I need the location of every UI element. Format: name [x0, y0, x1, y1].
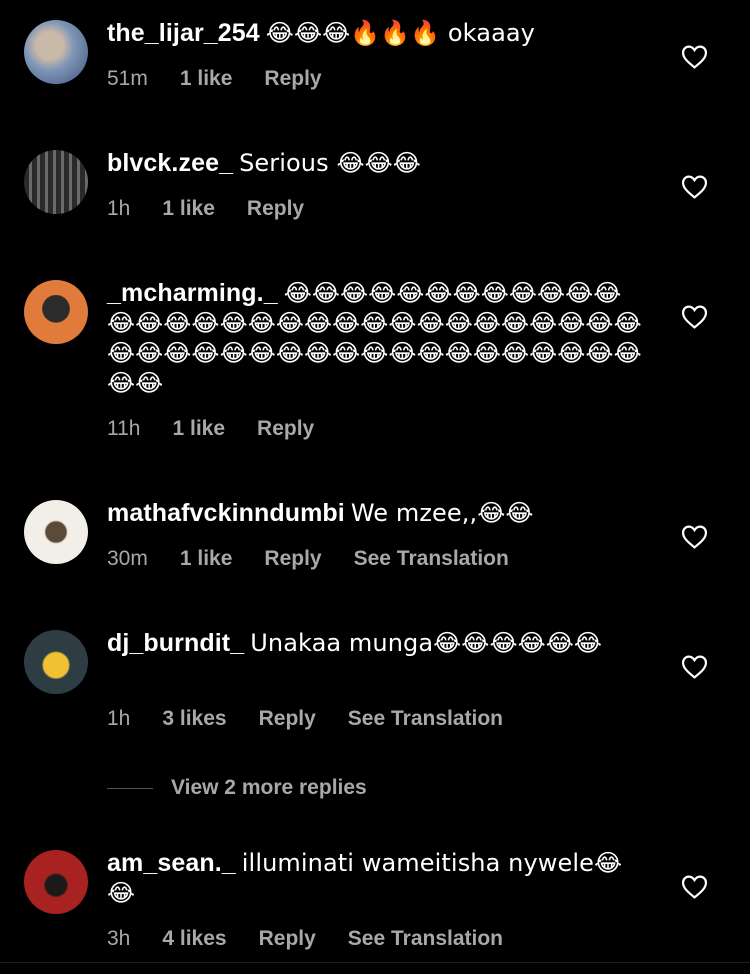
comment-meta: 11h 1 like Reply [107, 417, 314, 441]
comment-time: 51m [107, 67, 148, 90]
comment-likes[interactable]: 1 like [172, 417, 225, 441]
divider [0, 962, 750, 963]
comment-username[interactable]: am_sean._ [107, 849, 236, 877]
reply-button[interactable]: Reply [247, 197, 304, 221]
view-more-replies-label: View 2 more replies [171, 776, 367, 799]
comment-likes[interactable]: 1 like [180, 547, 233, 571]
avatar[interactable] [24, 630, 88, 694]
reply-button[interactable]: Reply [257, 417, 314, 441]
like-heart-icon[interactable] [681, 655, 708, 679]
comment-meta: 1h 1 like Reply [107, 197, 304, 221]
comment-username[interactable]: blvck.zee_ [107, 149, 233, 177]
comment-meta: 51m 1 like Reply [107, 67, 322, 91]
comment-time: 1h [107, 707, 131, 730]
comment-body: the_lijar_254 😂😂😂🔥🔥🔥 okaaay [107, 18, 667, 48]
avatar[interactable] [24, 150, 88, 214]
like-heart-icon[interactable] [681, 525, 708, 549]
comment-body: am_sean._ illuminati wameitisha nywele😂😂 [107, 848, 637, 908]
comment-body: _mcharming._ 😂😂😂😂😂😂😂😂😂😂😂😂😂😂😂😂😂😂😂😂😂😂😂😂😂😂😂😂… [107, 278, 647, 398]
reply-button[interactable]: Reply [259, 927, 316, 951]
comment-text: Serious 😂😂😂 [239, 149, 421, 177]
reply-button[interactable]: Reply [264, 547, 321, 571]
like-heart-icon[interactable] [681, 45, 708, 69]
avatar[interactable] [24, 500, 88, 564]
comment-likes[interactable]: 3 likes [162, 707, 226, 731]
like-heart-icon[interactable] [681, 305, 708, 329]
view-more-replies-button[interactable]: View 2 more replies [107, 776, 367, 800]
avatar[interactable] [24, 280, 88, 344]
comment-time: 30m [107, 547, 148, 570]
replies-divider [107, 787, 153, 789]
see-translation-link[interactable]: See Translation [348, 927, 503, 951]
comment-text: 😂😂😂🔥🔥🔥 okaaay [265, 19, 535, 47]
avatar[interactable] [24, 850, 88, 914]
comment-likes[interactable]: 4 likes [162, 927, 226, 951]
comment-meta: 1h 3 likes Reply See Translation [107, 707, 503, 731]
comment-username[interactable]: mathafvckinndumbi [107, 499, 345, 527]
comment-body: blvck.zee_ Serious 😂😂😂 [107, 148, 667, 178]
comment-username[interactable]: _mcharming._ [107, 279, 278, 307]
comment-likes[interactable]: 1 like [180, 67, 233, 91]
avatar[interactable] [24, 20, 88, 84]
like-heart-icon[interactable] [681, 875, 708, 899]
comment-text: We mzee,,😂😂 [350, 499, 534, 527]
like-heart-icon[interactable] [681, 175, 708, 199]
comment-meta: 3h 4 likes Reply See Translation [107, 927, 503, 951]
comment-meta: 30m 1 like Reply See Translation [107, 547, 509, 571]
reply-button[interactable]: Reply [264, 67, 321, 91]
comment-time: 11h [107, 417, 141, 440]
comment-username[interactable]: dj_burndit_ [107, 629, 244, 657]
comment-body: mathafvckinndumbi We mzee,,😂😂 [107, 498, 667, 528]
reply-button[interactable]: Reply [259, 707, 316, 731]
see-translation-link[interactable]: See Translation [348, 707, 503, 731]
comment-time: 1h [107, 197, 131, 220]
comment-username[interactable]: the_lijar_254 [107, 19, 260, 47]
see-translation-link[interactable]: See Translation [354, 547, 509, 571]
comment-body: dj_burndit_ Unakaa munga😂😂😂😂😂😂 [107, 628, 637, 658]
comment-likes[interactable]: 1 like [162, 197, 215, 221]
comment-time: 3h [107, 927, 131, 950]
comment-text: Unakaa munga😂😂😂😂😂😂 [250, 629, 603, 657]
